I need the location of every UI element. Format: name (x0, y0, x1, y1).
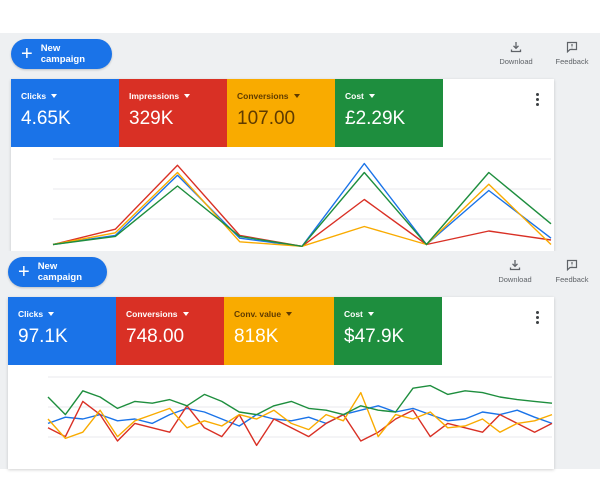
feedback-icon (566, 259, 578, 271)
series-line-4 (47, 384, 553, 416)
metric-value: 818K (234, 326, 279, 347)
series-line-3 (52, 171, 552, 248)
plus-icon: + (21, 43, 33, 65)
feedback-label: Feedback (555, 275, 589, 284)
metric-tile-conv-value[interactable]: Conv. value 818K (224, 297, 334, 365)
caret-down-icon (51, 94, 58, 98)
series-line-1 (47, 405, 553, 427)
caret-down-icon (48, 312, 55, 316)
plus-icon: + (18, 261, 30, 283)
line-chart (47, 376, 553, 447)
more-options-icon[interactable] (536, 93, 540, 106)
series-line-4 (52, 171, 552, 248)
metric-tile-cost[interactable]: Cost £2.29K (335, 79, 443, 147)
new-campaign-button[interactable]: + New campaign (11, 39, 112, 69)
metric-tile-clicks[interactable]: Clicks 97.1K (8, 297, 116, 365)
metric-name: Impressions (129, 91, 180, 101)
download-icon (510, 42, 522, 53)
caret-down-icon (182, 312, 189, 316)
download-label: Download (498, 275, 532, 284)
new-campaign-label: New campaign (40, 43, 86, 65)
campaign-panel-2: + New campaign Download Feedback Clicks … (0, 251, 600, 469)
caret-down-icon (368, 94, 375, 98)
campaign-panel-1: + New campaign Download Feedback Clicks … (0, 33, 600, 251)
metric-value: 4.65K (21, 108, 71, 129)
feedback-icon (566, 41, 578, 53)
download-button[interactable]: Download (496, 41, 536, 66)
more-options-icon[interactable] (536, 311, 540, 324)
metric-value: 748.00 (126, 326, 185, 347)
performance-card: Clicks 97.1K Conversions 748.00 Conv. va… (8, 297, 554, 469)
feedback-button[interactable]: Feedback (552, 259, 592, 284)
metric-tile-clicks[interactable]: Clicks 4.65K (11, 79, 119, 147)
metric-value: £2.29K (345, 108, 406, 129)
caret-down-icon (293, 94, 300, 98)
download-label: Download (499, 57, 533, 66)
metric-tile-conversions[interactable]: Conversions 748.00 (116, 297, 224, 365)
feedback-label: Feedback (555, 57, 589, 66)
caret-down-icon (286, 312, 293, 316)
metric-value: 97.1K (18, 326, 68, 347)
metric-value: $47.9K (344, 326, 405, 347)
metric-tile-cost[interactable]: Cost $47.9K (334, 297, 442, 365)
new-campaign-button[interactable]: + New campaign (8, 257, 107, 287)
metric-tile-conversions[interactable]: Conversions 107.00 (227, 79, 335, 147)
caret-down-icon (184, 94, 191, 98)
series-line-2 (52, 164, 552, 248)
metric-name: Clicks (21, 91, 47, 101)
new-campaign-label: New campaign (37, 261, 83, 283)
download-button[interactable]: Download (495, 259, 535, 284)
line-chart (52, 158, 552, 248)
metric-value: 329K (129, 108, 174, 129)
metric-value: 107.00 (237, 108, 296, 129)
feedback-button[interactable]: Feedback (552, 41, 592, 66)
metric-name: Cost (344, 309, 363, 319)
metric-name: Conv. value (234, 309, 282, 319)
metric-name: Cost (345, 91, 364, 101)
metric-name: Conversions (126, 309, 178, 319)
metric-name: Clicks (18, 309, 44, 319)
metric-tile-impressions[interactable]: Impressions 329K (119, 79, 227, 147)
download-icon (509, 260, 521, 271)
series-line-2 (47, 400, 553, 447)
performance-card: Clicks 4.65K Impressions 329K Conversion… (11, 79, 554, 251)
metric-name: Conversions (237, 91, 289, 101)
caret-down-icon (367, 312, 374, 316)
